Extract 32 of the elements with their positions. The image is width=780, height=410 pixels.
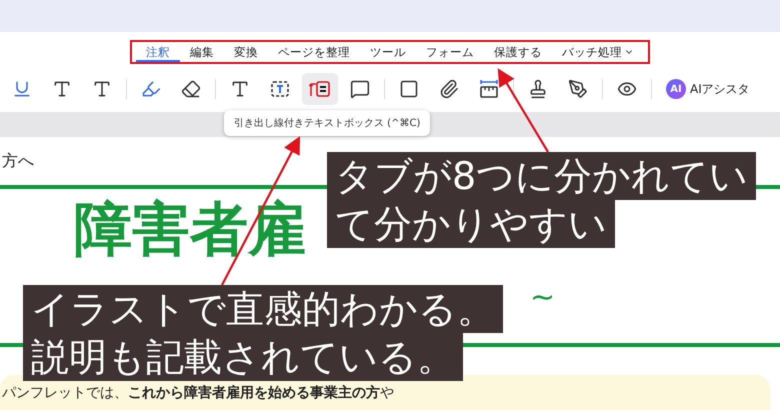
callout-box-icon	[309, 79, 331, 99]
menu-tab[interactable]: ツール	[360, 42, 416, 62]
text-box-icon	[270, 79, 290, 99]
document-paragraph: パンフレットでは、これから障害者雇用を始める事業主の方や	[2, 385, 394, 402]
document-subtitle: ~	[530, 281, 556, 317]
caption-text: タブが8つに分かれてい	[327, 152, 756, 200]
stamp-icon	[528, 79, 548, 99]
comment-icon	[350, 79, 370, 99]
eraser-icon	[181, 79, 201, 99]
menu-tab[interactable]: ページを整理	[268, 42, 360, 62]
pen-icon	[568, 79, 588, 99]
caption-text: 説明も記載されている。	[23, 333, 463, 381]
menu-tab[interactable]: 保護する	[484, 42, 552, 62]
underline-icon	[12, 79, 32, 99]
highlighter-icon	[141, 79, 161, 99]
menu-tab[interactable]: フォーム	[416, 42, 484, 62]
menu-tab[interactable]: 変換	[224, 42, 268, 62]
ai-badge: AI	[666, 79, 686, 99]
rectangle-icon	[399, 79, 419, 99]
text-icon	[230, 79, 250, 99]
paperclip-icon	[439, 79, 459, 99]
caption-text: て分かりやすい	[327, 200, 615, 248]
ai-assistant-button[interactable]: AI AIアシスタ	[658, 79, 750, 99]
tool-button[interactable]	[302, 73, 338, 105]
ruler-icon	[479, 79, 499, 99]
document-text: 方へ	[1, 151, 34, 172]
menu-tab[interactable]: バッチ処理	[552, 42, 644, 62]
menu-tab[interactable]: 注釈	[136, 42, 180, 62]
menu-tab[interactable]: 編集	[180, 42, 224, 62]
document-title: 障害者雇	[74, 197, 306, 261]
tooltip: 引き出し線付きテキストボックス (^⌘C)	[224, 110, 430, 136]
caption-text: イラストで直感的わかる。	[23, 285, 503, 333]
